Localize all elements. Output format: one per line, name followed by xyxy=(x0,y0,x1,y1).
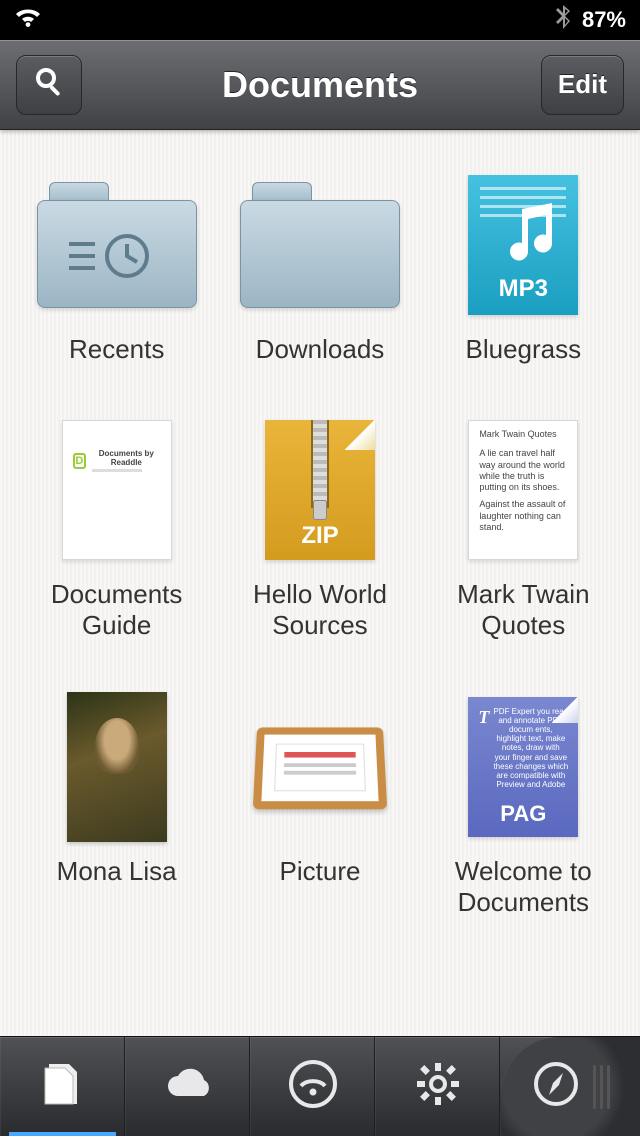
wifi-icon xyxy=(14,6,42,34)
inbox-tray-icon xyxy=(253,727,387,809)
pages-file-icon: T PDF Expert you read and annotate PDF d… xyxy=(468,697,578,837)
item-label: Documents Guide xyxy=(27,579,207,641)
tab-documents[interactable] xyxy=(0,1037,125,1136)
item-label: Recents xyxy=(69,334,164,365)
file-badge: MP3 xyxy=(468,275,578,303)
item-recents[interactable]: Recents xyxy=(20,170,213,365)
zip-file-icon: ZIP xyxy=(265,420,375,560)
item-label: Bluegrass xyxy=(466,334,582,365)
tab-cloud[interactable] xyxy=(125,1037,250,1136)
search-button[interactable] xyxy=(16,55,82,115)
item-bluegrass[interactable]: MP3 Bluegrass xyxy=(427,170,620,365)
item-label: Welcome to Documents xyxy=(433,856,613,918)
item-hello-world-sources[interactable]: ZIP Hello World Sources xyxy=(223,415,416,641)
edit-button[interactable]: Edit xyxy=(541,55,624,115)
item-label: Hello World Sources xyxy=(230,579,410,641)
item-welcome-to-documents[interactable]: T PDF Expert you read and annotate PDF d… xyxy=(427,692,620,918)
navigation-bar: Documents Edit xyxy=(0,40,640,130)
text-file-icon: Mark Twain Quotes A lie can travel half … xyxy=(468,420,578,560)
tab-browser[interactable] xyxy=(500,1037,640,1136)
drag-handle-icon xyxy=(593,1065,610,1109)
tab-settings[interactable] xyxy=(375,1037,500,1136)
wifi-share-icon xyxy=(287,1058,339,1115)
image-file-icon xyxy=(67,692,167,842)
item-label: Mark Twain Quotes xyxy=(433,579,613,641)
item-mona-lisa[interactable]: Mona Lisa xyxy=(20,692,213,918)
folder-icon xyxy=(240,182,400,308)
item-label: Downloads xyxy=(256,334,385,365)
item-mark-twain-quotes[interactable]: Mark Twain Quotes A lie can travel half … xyxy=(427,415,620,641)
file-grid: Recents Downloads MP3 Blu xyxy=(0,130,640,1036)
music-note-icon xyxy=(504,203,558,270)
bluetooth-icon xyxy=(556,4,572,36)
item-label: Picture xyxy=(280,856,361,887)
item-downloads[interactable]: Downloads xyxy=(223,170,416,365)
item-picture[interactable]: Picture xyxy=(223,692,416,918)
tab-network[interactable] xyxy=(250,1037,375,1136)
battery-percent: 87% xyxy=(582,7,626,33)
gear-icon xyxy=(415,1061,461,1112)
folder-recents-icon xyxy=(37,182,197,308)
mp3-file-icon: MP3 xyxy=(468,175,578,315)
document-file-icon: D Documents by Readdle xyxy=(62,420,172,560)
tab-bar xyxy=(0,1036,640,1136)
documents-icon xyxy=(41,1060,85,1113)
item-label: Mona Lisa xyxy=(57,856,177,887)
status-bar: 87% xyxy=(0,0,640,40)
search-icon xyxy=(33,65,65,104)
item-documents-guide[interactable]: D Documents by Readdle Documents Guide xyxy=(20,415,213,641)
file-badge: PAG xyxy=(468,801,578,827)
cloud-icon xyxy=(160,1064,216,1109)
file-badge: ZIP xyxy=(265,522,375,550)
compass-icon xyxy=(531,1059,581,1114)
